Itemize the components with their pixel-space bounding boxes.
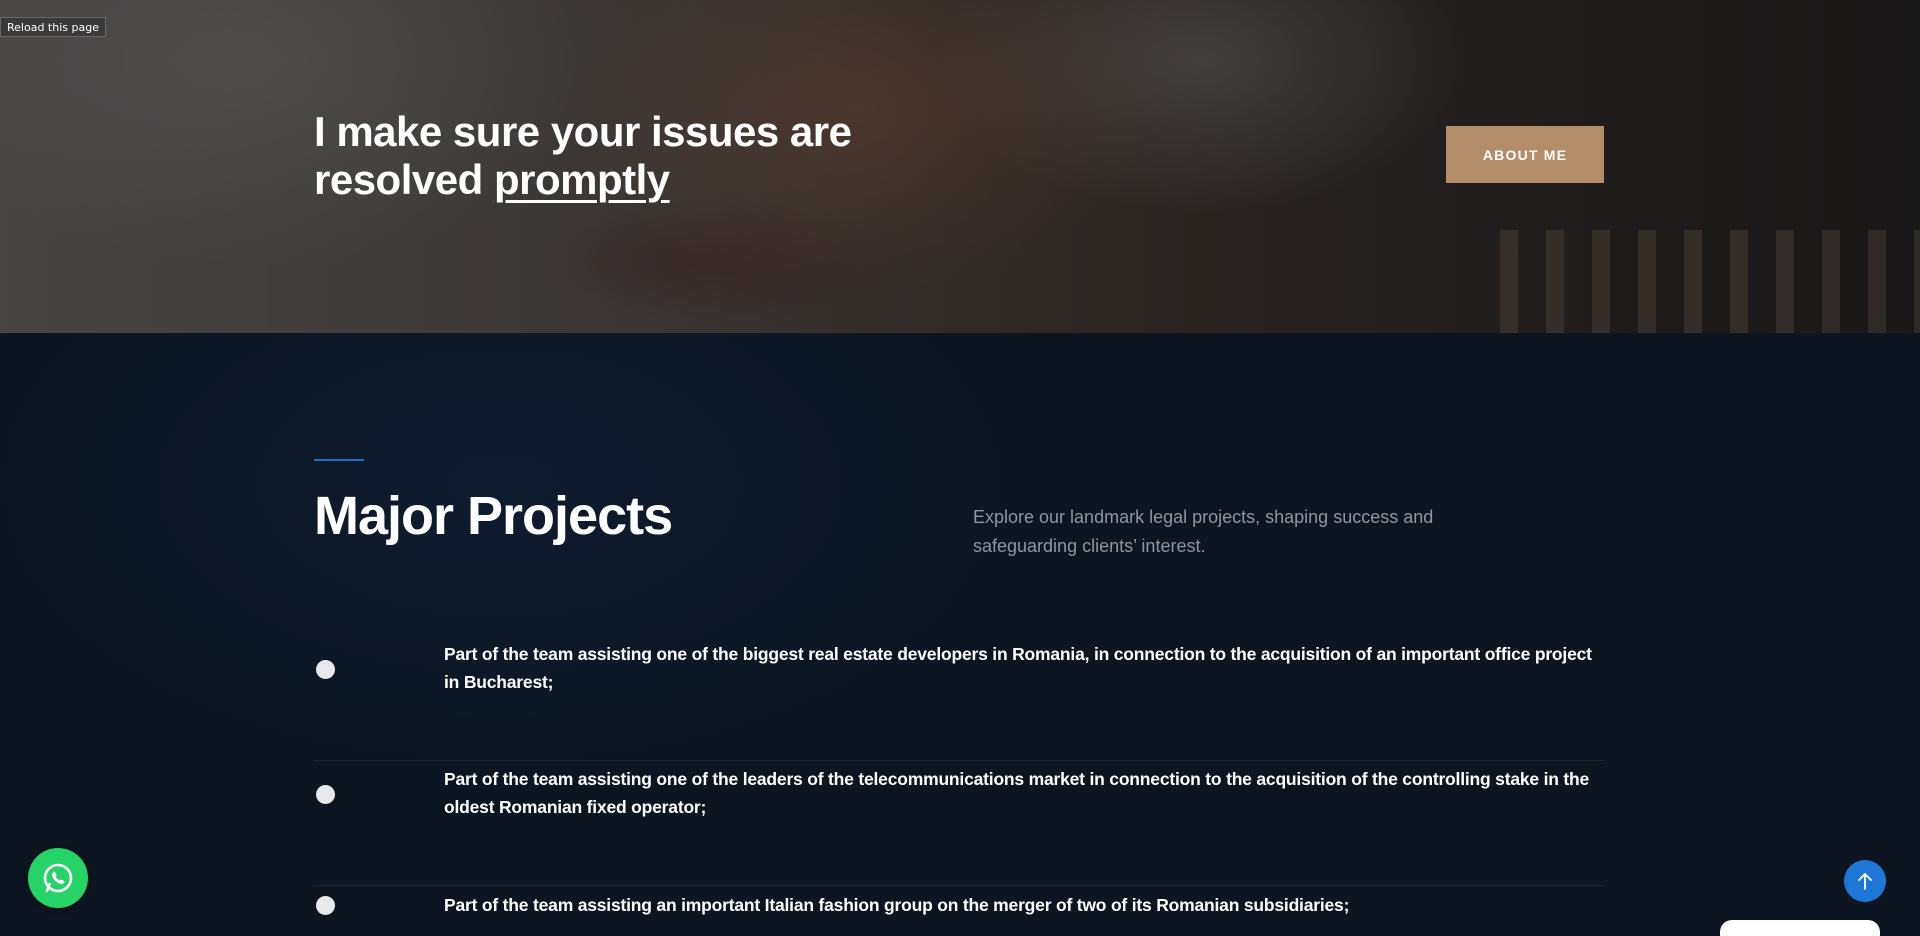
hero-heading-line1: I make sure your issues are bbox=[314, 108, 852, 155]
project-item: Part of the team assisting an important … bbox=[314, 886, 1604, 936]
project-item: Part of the team assisting one of the bi… bbox=[314, 636, 1604, 761]
chat-widget-tab[interactable] bbox=[1720, 920, 1880, 936]
bullet-icon bbox=[316, 660, 335, 679]
project-item: Part of the team assisting one of the le… bbox=[314, 761, 1604, 886]
hero-overlay bbox=[0, 0, 1920, 333]
about-me-button[interactable]: ABOUT ME bbox=[1446, 126, 1604, 183]
project-text: Part of the team assisting one of the bi… bbox=[444, 644, 1592, 692]
reload-tooltip: Reload this page bbox=[0, 17, 106, 37]
whatsapp-button[interactable] bbox=[28, 848, 88, 908]
section-accent-line bbox=[314, 459, 364, 461]
scroll-to-top-button[interactable] bbox=[1844, 860, 1886, 902]
section-title: Major Projects bbox=[314, 486, 673, 546]
bullet-icon bbox=[316, 896, 335, 915]
bullet-icon bbox=[316, 785, 335, 804]
arrow-up-icon bbox=[1858, 873, 1872, 890]
hero-heading-emphasis: promptly bbox=[493, 156, 670, 203]
project-text: Part of the team assisting one of the le… bbox=[444, 769, 1590, 817]
section-description: Explore our landmark legal projects, sha… bbox=[973, 507, 1434, 556]
whatsapp-icon bbox=[43, 863, 73, 893]
hero-section bbox=[0, 0, 1920, 333]
major-projects-section: Major Projects Explore our landmark lega… bbox=[0, 333, 1920, 936]
project-text: Part of the team assisting an important … bbox=[444, 895, 1350, 915]
hero-heading: I make sure your issues are resolved pro… bbox=[314, 108, 874, 204]
hero-heading-line2: resolved bbox=[314, 156, 494, 203]
